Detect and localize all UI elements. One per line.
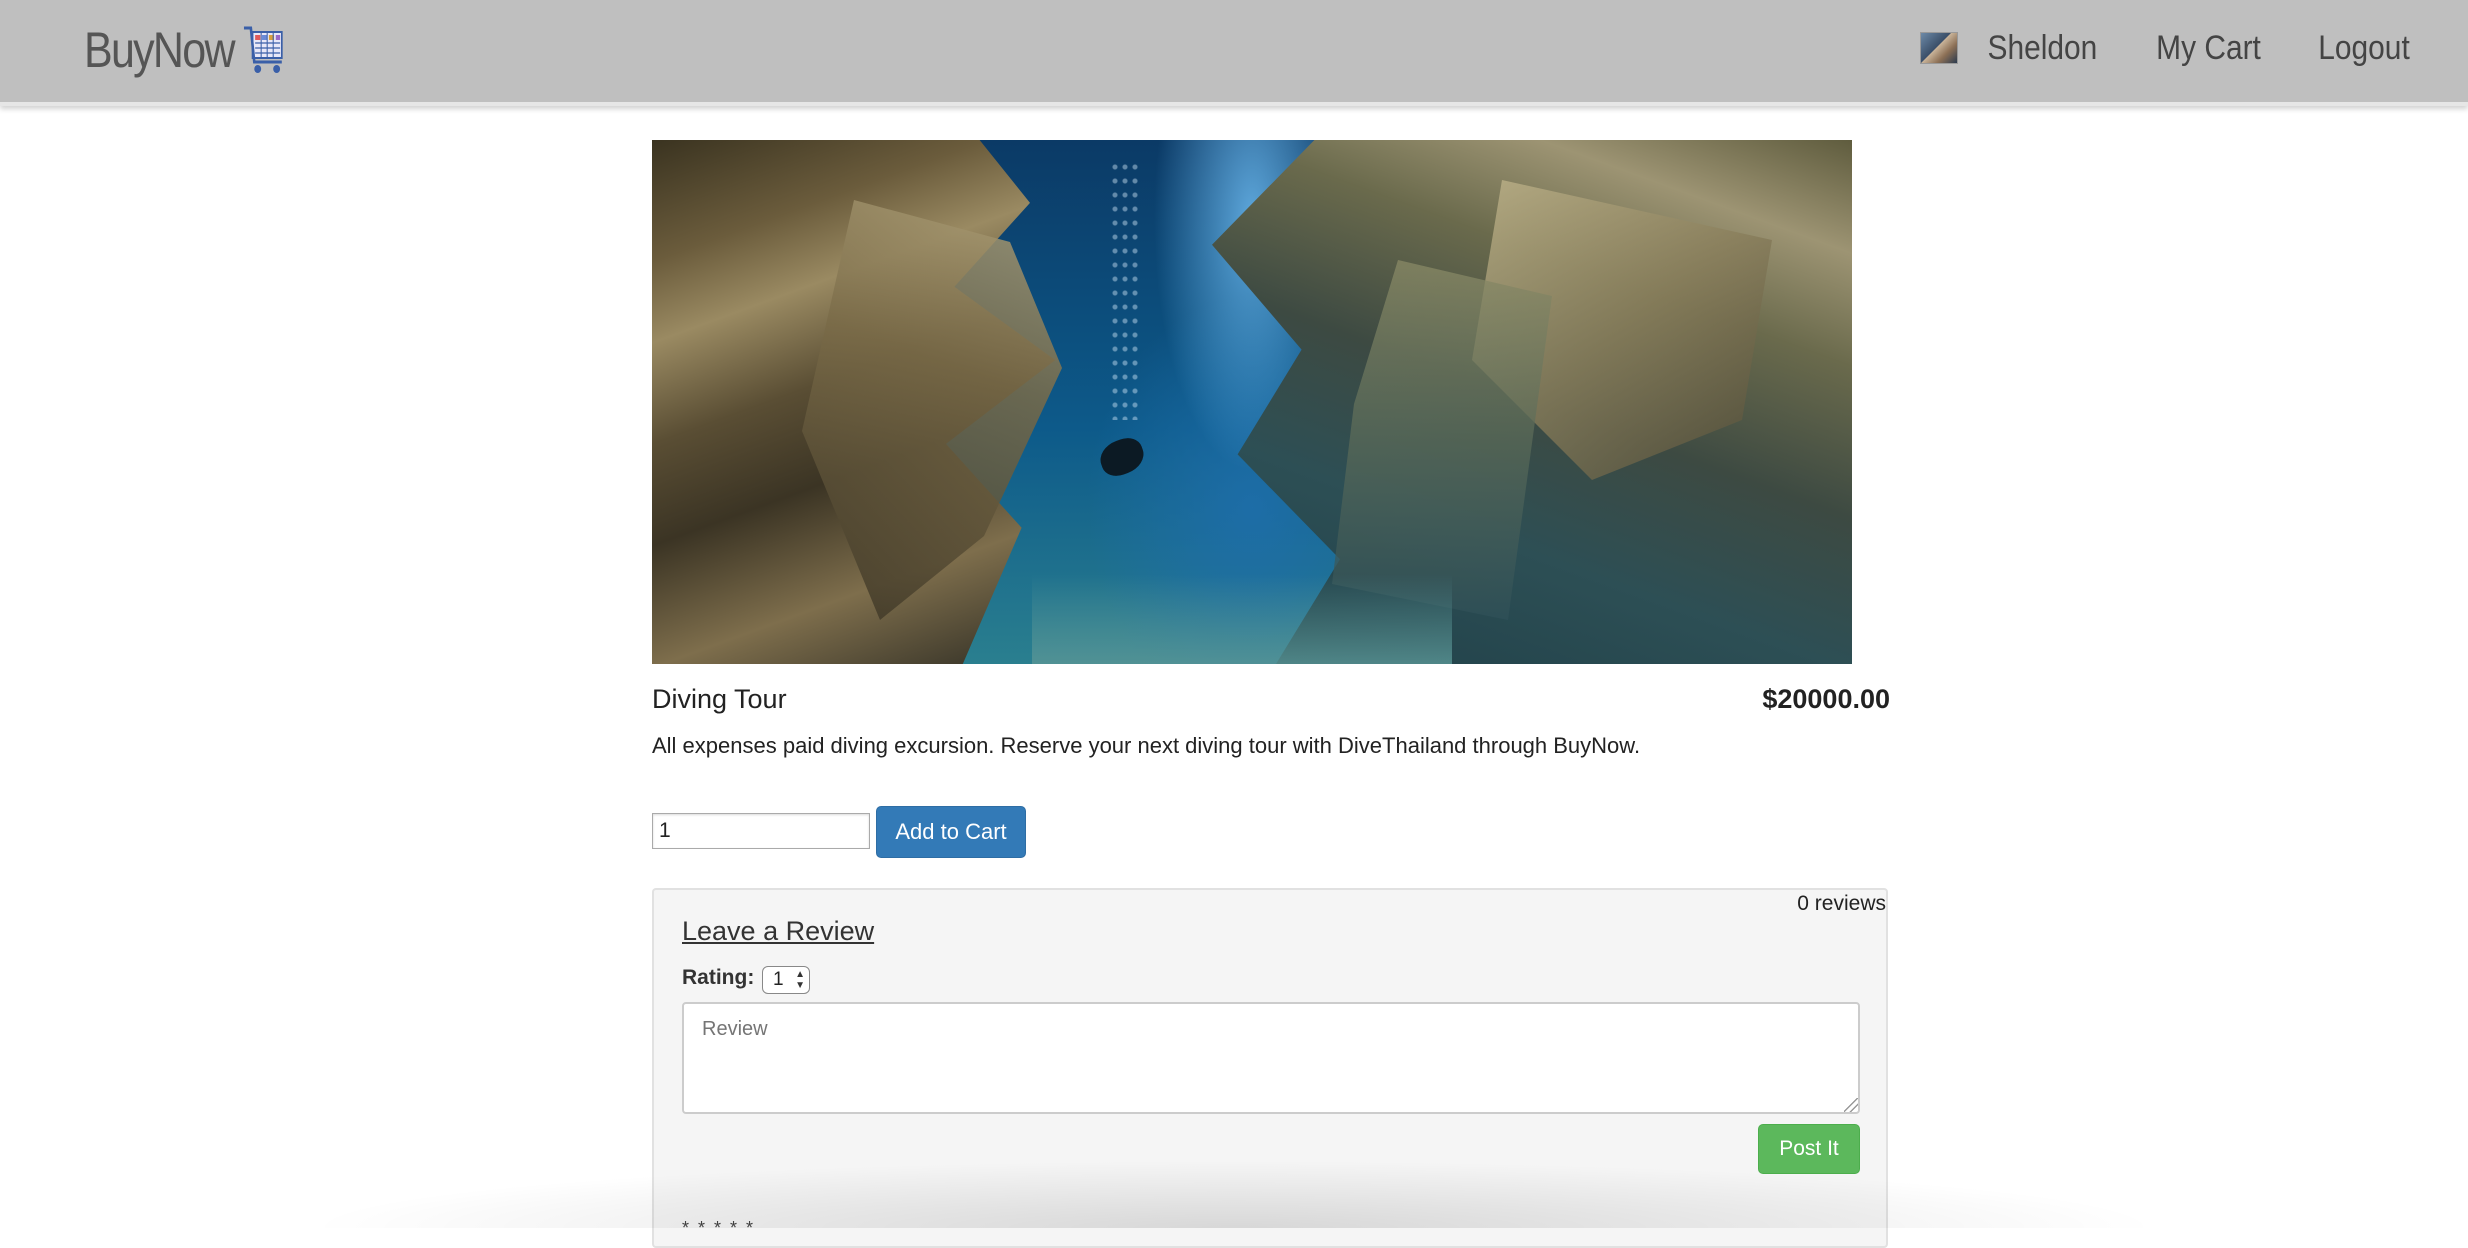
brand-logo[interactable]: BuyNow — [84, 14, 289, 86]
top-navbar: BuyNow Sheldon My Cart Logout — [0, 0, 2468, 106]
star-rating-row: * * * * * — [682, 1218, 756, 1238]
review-textarea[interactable] — [682, 1002, 1860, 1114]
rating-select[interactable]: 1 ▲ ▼ — [762, 966, 810, 994]
add-to-cart-button[interactable]: Add to Cart — [876, 806, 1026, 858]
brand-name: BuyNow — [84, 22, 236, 78]
product-title: Diving Tour — [652, 684, 787, 714]
resize-grip-icon[interactable] — [1844, 1098, 1858, 1112]
nav-logout-link[interactable]: Logout — [2318, 29, 2410, 68]
leave-review-heading[interactable]: Leave a Review — [682, 916, 874, 947]
product-image — [652, 140, 1852, 664]
review-count: 0 reviews — [1797, 892, 1886, 915]
rating-label: Rating: — [682, 966, 755, 989]
product-price: $20000.00 — [1762, 684, 1890, 714]
nav-user-link[interactable]: Sheldon — [1988, 29, 2098, 68]
product-description: All expenses paid diving excursion. Rese… — [652, 733, 1641, 758]
image-bubbles — [1110, 160, 1140, 420]
user-avatar — [1920, 32, 1959, 64]
image-diver — [1095, 433, 1149, 481]
review-panel: 0 reviews Leave a Review Rating: 1 ▲▼ Po… — [652, 888, 1888, 1248]
image-sea-floor — [1032, 574, 1452, 664]
post-review-button[interactable]: Post It — [1758, 1124, 1860, 1174]
nav-menu: Sheldon My Cart Logout — [1920, 18, 2416, 78]
stepper-arrows-icon: ▲ ▼ — [795, 969, 805, 991]
quantity-input[interactable] — [652, 813, 870, 849]
shopping-cart-icon — [244, 26, 283, 73]
nav-my-cart-link[interactable]: My Cart — [2156, 29, 2261, 68]
rating-value: 1 — [773, 969, 784, 990]
